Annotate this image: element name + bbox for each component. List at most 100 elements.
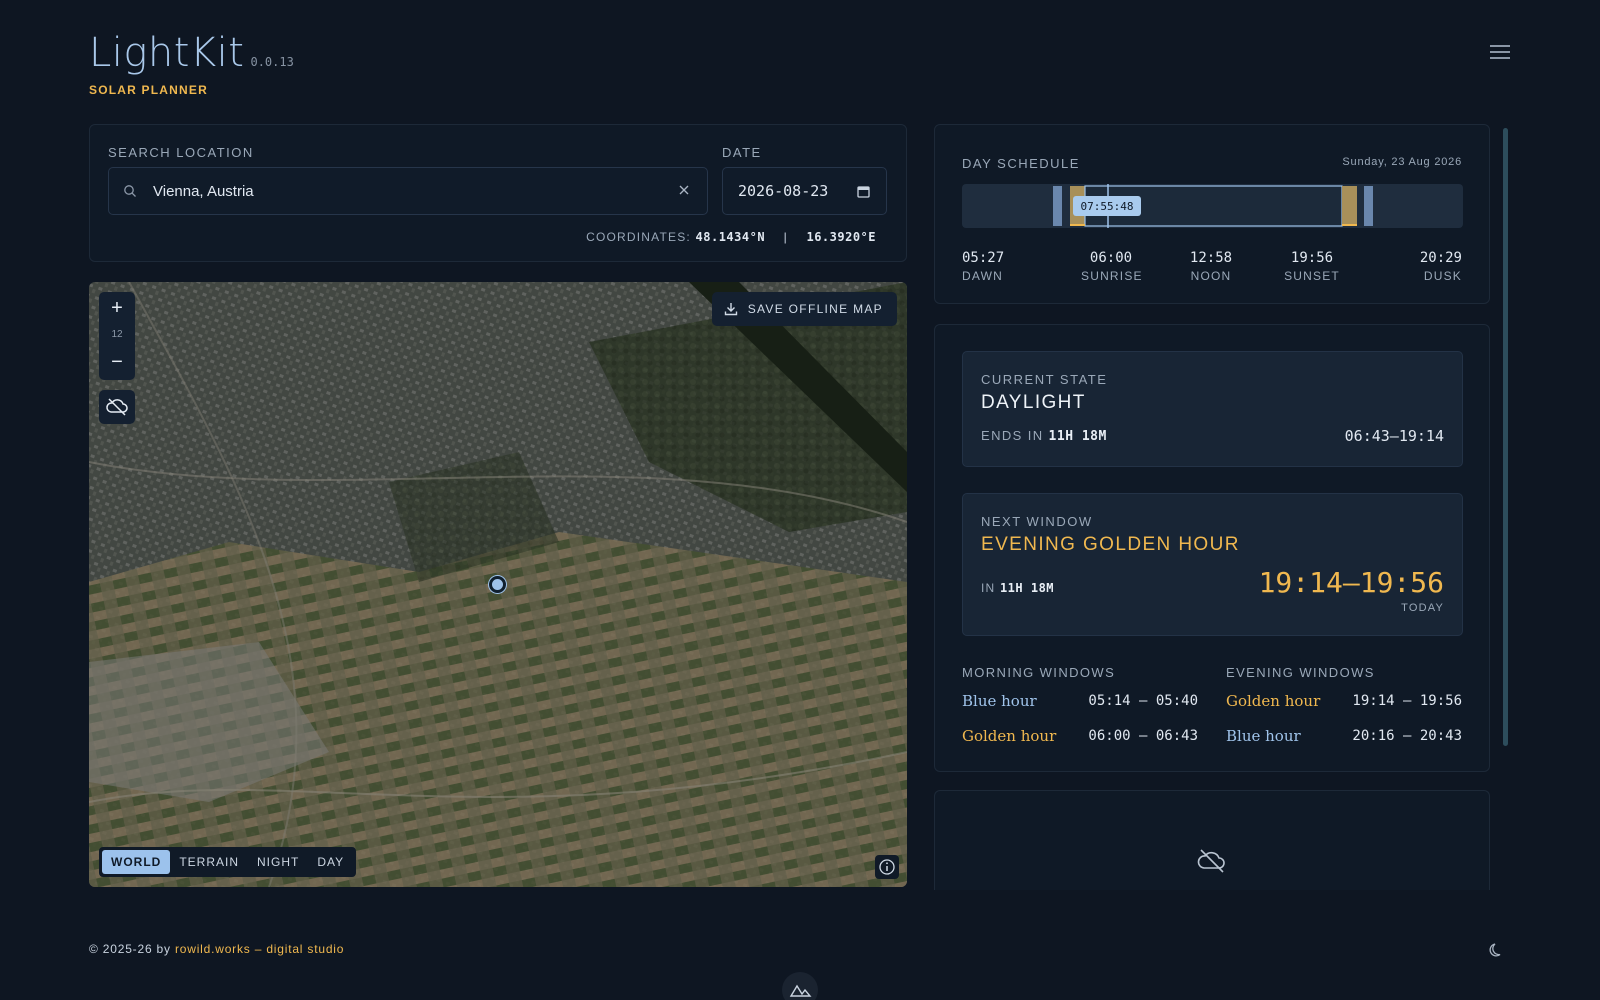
morning-windows: MORNING WINDOWS Blue hour 05:14 – 05:40 …	[962, 665, 1198, 750]
ends-in-value: 11H 18M	[1048, 429, 1107, 444]
timeline-blue-hour-morning	[1053, 186, 1062, 226]
search-icon	[124, 185, 136, 197]
day-schedule-panel: DAY SCHEDULE Sunday, 23 Aug 2026 07:55:4…	[934, 124, 1490, 304]
current-state-card: CURRENT STATE DAYLIGHT ENDS IN 11H 18M 0…	[962, 351, 1463, 467]
devtools-badge[interactable]	[782, 972, 818, 1000]
timeline-blue-hour-evening	[1364, 186, 1373, 226]
app-name: LightKit	[89, 30, 245, 76]
map-mode-night[interactable]: NIGHT	[248, 850, 308, 874]
list-item: Blue hour 20:16 – 20:43	[1226, 719, 1462, 750]
save-offline-map-button[interactable]: SAVE OFFLINE MAP	[711, 292, 897, 326]
search-input[interactable]	[153, 168, 663, 214]
in-label: IN	[981, 581, 996, 595]
zoom-control: + 12 −	[99, 292, 135, 380]
list-item: Blue hour 05:14 – 05:40	[962, 684, 1198, 715]
current-state-value: DAYLIGHT	[981, 392, 1086, 413]
window-name: Golden hour	[1226, 692, 1321, 710]
satellite-map[interactable]: + 12 − SAVE OFFLINE MAP WORLD TERRAIN NI…	[89, 282, 907, 887]
schedule-point-dawn: 05:27 DAWN	[962, 250, 1004, 283]
coordinates: COORDINATES: 48.1434°N | 16.3920°E	[586, 230, 876, 244]
noon-label: NOON	[1190, 269, 1232, 283]
zoom-out-button[interactable]: −	[99, 348, 135, 376]
footer-copyright: © 2025-26 by	[89, 942, 175, 956]
cloud-off-icon	[106, 398, 128, 416]
map-info-button[interactable]	[875, 855, 899, 879]
map-mode-switcher: WORLD TERRAIN NIGHT DAY	[99, 847, 357, 877]
day-schedule-title: DAY SCHEDULE	[962, 156, 1080, 171]
next-window-countdown: IN 11H 18M	[981, 581, 1054, 595]
hamburger-menu-icon[interactable]	[1488, 41, 1512, 63]
timeline-golden-hour-evening	[1342, 186, 1357, 226]
schedule-point-sunset: 19:56 SUNSET	[1282, 250, 1342, 283]
date-value: 2026-08-23	[738, 182, 829, 200]
current-state-range: 06:43–19:14	[1344, 427, 1444, 445]
schedule-date: Sunday, 23 Aug 2026	[1342, 156, 1462, 168]
save-offline-label: SAVE OFFLINE MAP	[747, 302, 883, 316]
evening-windows-title: EVENING WINDOWS	[1226, 665, 1375, 680]
panel-scrollbar[interactable]	[1503, 128, 1508, 746]
current-state-caption: CURRENT STATE	[981, 372, 1108, 387]
search-box	[108, 167, 708, 215]
list-item: Golden hour 06:00 – 06:43	[962, 719, 1198, 750]
date-field[interactable]: 2026-08-23	[722, 167, 887, 215]
weather-panel	[934, 790, 1490, 890]
window-name: Golden hour	[962, 727, 1057, 745]
next-window-card: NEXT WINDOW EVENING GOLDEN HOUR IN 11H 1…	[962, 493, 1463, 636]
current-state-ends: ENDS IN 11H 18M	[981, 428, 1107, 444]
coordinates-label: COORDINATES:	[586, 230, 691, 244]
brand: LightKit 0.0.13	[89, 30, 294, 76]
next-window-name: EVENING GOLDEN HOUR	[981, 534, 1240, 555]
cloud-layer-toggle[interactable]	[99, 390, 135, 424]
app-subtitle: SOLAR PLANNER	[89, 83, 208, 97]
app-version: 0.0.13	[250, 55, 294, 69]
zoom-in-button[interactable]: +	[99, 294, 135, 322]
map-mode-day[interactable]: DAY	[308, 850, 353, 874]
calendar-icon[interactable]	[857, 185, 870, 198]
mountain-logo-icon	[789, 984, 812, 997]
noon-time: 12:58	[1189, 250, 1233, 266]
moon-icon[interactable]	[1488, 941, 1504, 957]
longitude: 16.3920°E	[806, 230, 876, 244]
dusk-label: DUSK	[1423, 269, 1462, 283]
date-label: DATE	[722, 145, 762, 160]
sunrise-time: 06:00	[1089, 250, 1133, 266]
morning-windows-title: MORNING WINDOWS	[962, 665, 1116, 680]
dusk-time: 20:29	[1419, 250, 1462, 266]
map-mode-terrain[interactable]: TERRAIN	[170, 850, 248, 874]
search-panel: SEARCH LOCATION DATE 2026-08-23 COORDINA…	[89, 124, 907, 262]
latitude: 48.1434°N	[695, 230, 766, 244]
footer-studio-link[interactable]: rowild.works – digital studio	[175, 942, 344, 956]
timeline-current-time: 07:55:48	[1081, 200, 1134, 213]
dawn-time: 05:27	[962, 250, 1005, 266]
footer: © 2025-26 by rowild.works – digital stud…	[89, 942, 344, 956]
day-timeline[interactable]: 07:55:48	[962, 184, 1463, 228]
schedule-point-sunrise: 06:00 SUNRISE	[1081, 250, 1143, 283]
window-name: Blue hour	[1226, 727, 1301, 745]
next-window-day: TODAY	[1401, 602, 1444, 614]
sunset-time: 19:56	[1290, 250, 1334, 266]
schedule-point-noon: 12:58 NOON	[1181, 250, 1241, 283]
map-mode-world[interactable]: WORLD	[102, 850, 171, 874]
search-location-label: SEARCH LOCATION	[108, 145, 254, 160]
zoom-level: 12	[111, 329, 123, 340]
clear-search-icon[interactable]	[677, 183, 691, 197]
sunrise-label: SUNRISE	[1081, 269, 1143, 283]
dawn-label: DAWN	[962, 269, 1004, 283]
next-window-range: 19:14–19:56	[1258, 566, 1444, 599]
cloud-off-icon	[1197, 849, 1225, 873]
next-window-caption: NEXT WINDOW	[981, 514, 1093, 529]
window-range: 06:00 – 06:43	[1088, 728, 1198, 744]
download-icon	[724, 303, 737, 316]
location-marker[interactable]	[489, 576, 506, 593]
list-item: Golden hour 19:14 – 19:56	[1226, 684, 1462, 715]
schedule-point-dusk: 20:29 DUSK	[1420, 250, 1462, 283]
coordinates-separator: |	[783, 230, 788, 244]
sunset-label: SUNSET	[1284, 269, 1340, 283]
window-name: Blue hour	[962, 692, 1037, 710]
light-state-panel: CURRENT STATE DAYLIGHT ENDS IN 11H 18M 0…	[934, 324, 1490, 772]
ends-in-label: ENDS IN	[981, 428, 1044, 443]
info-icon	[879, 859, 895, 875]
in-value: 11H 18M	[999, 581, 1055, 595]
evening-windows: EVENING WINDOWS Golden hour 19:14 – 19:5…	[1226, 665, 1462, 750]
window-range: 19:14 – 19:56	[1352, 693, 1462, 709]
